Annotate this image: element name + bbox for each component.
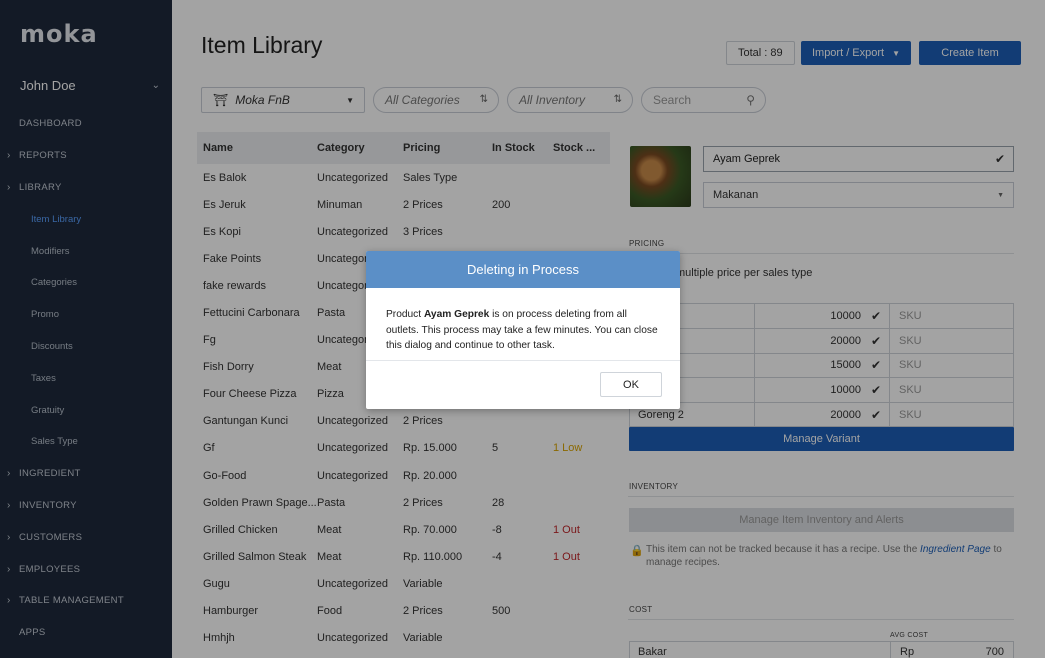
dialog-message: Product Ayam Geprek is on process deleti… <box>366 288 680 360</box>
dialog-product-name: Ayam Geprek <box>423 309 490 320</box>
dialog-message-text: Product <box>386 309 424 320</box>
dialog-title: Deleting in Process <box>366 251 680 288</box>
ok-button[interactable]: OK <box>600 372 662 397</box>
deleting-dialog: Deleting in Process Product Ayam Geprek … <box>366 251 680 409</box>
dialog-footer: OK <box>366 360 680 409</box>
